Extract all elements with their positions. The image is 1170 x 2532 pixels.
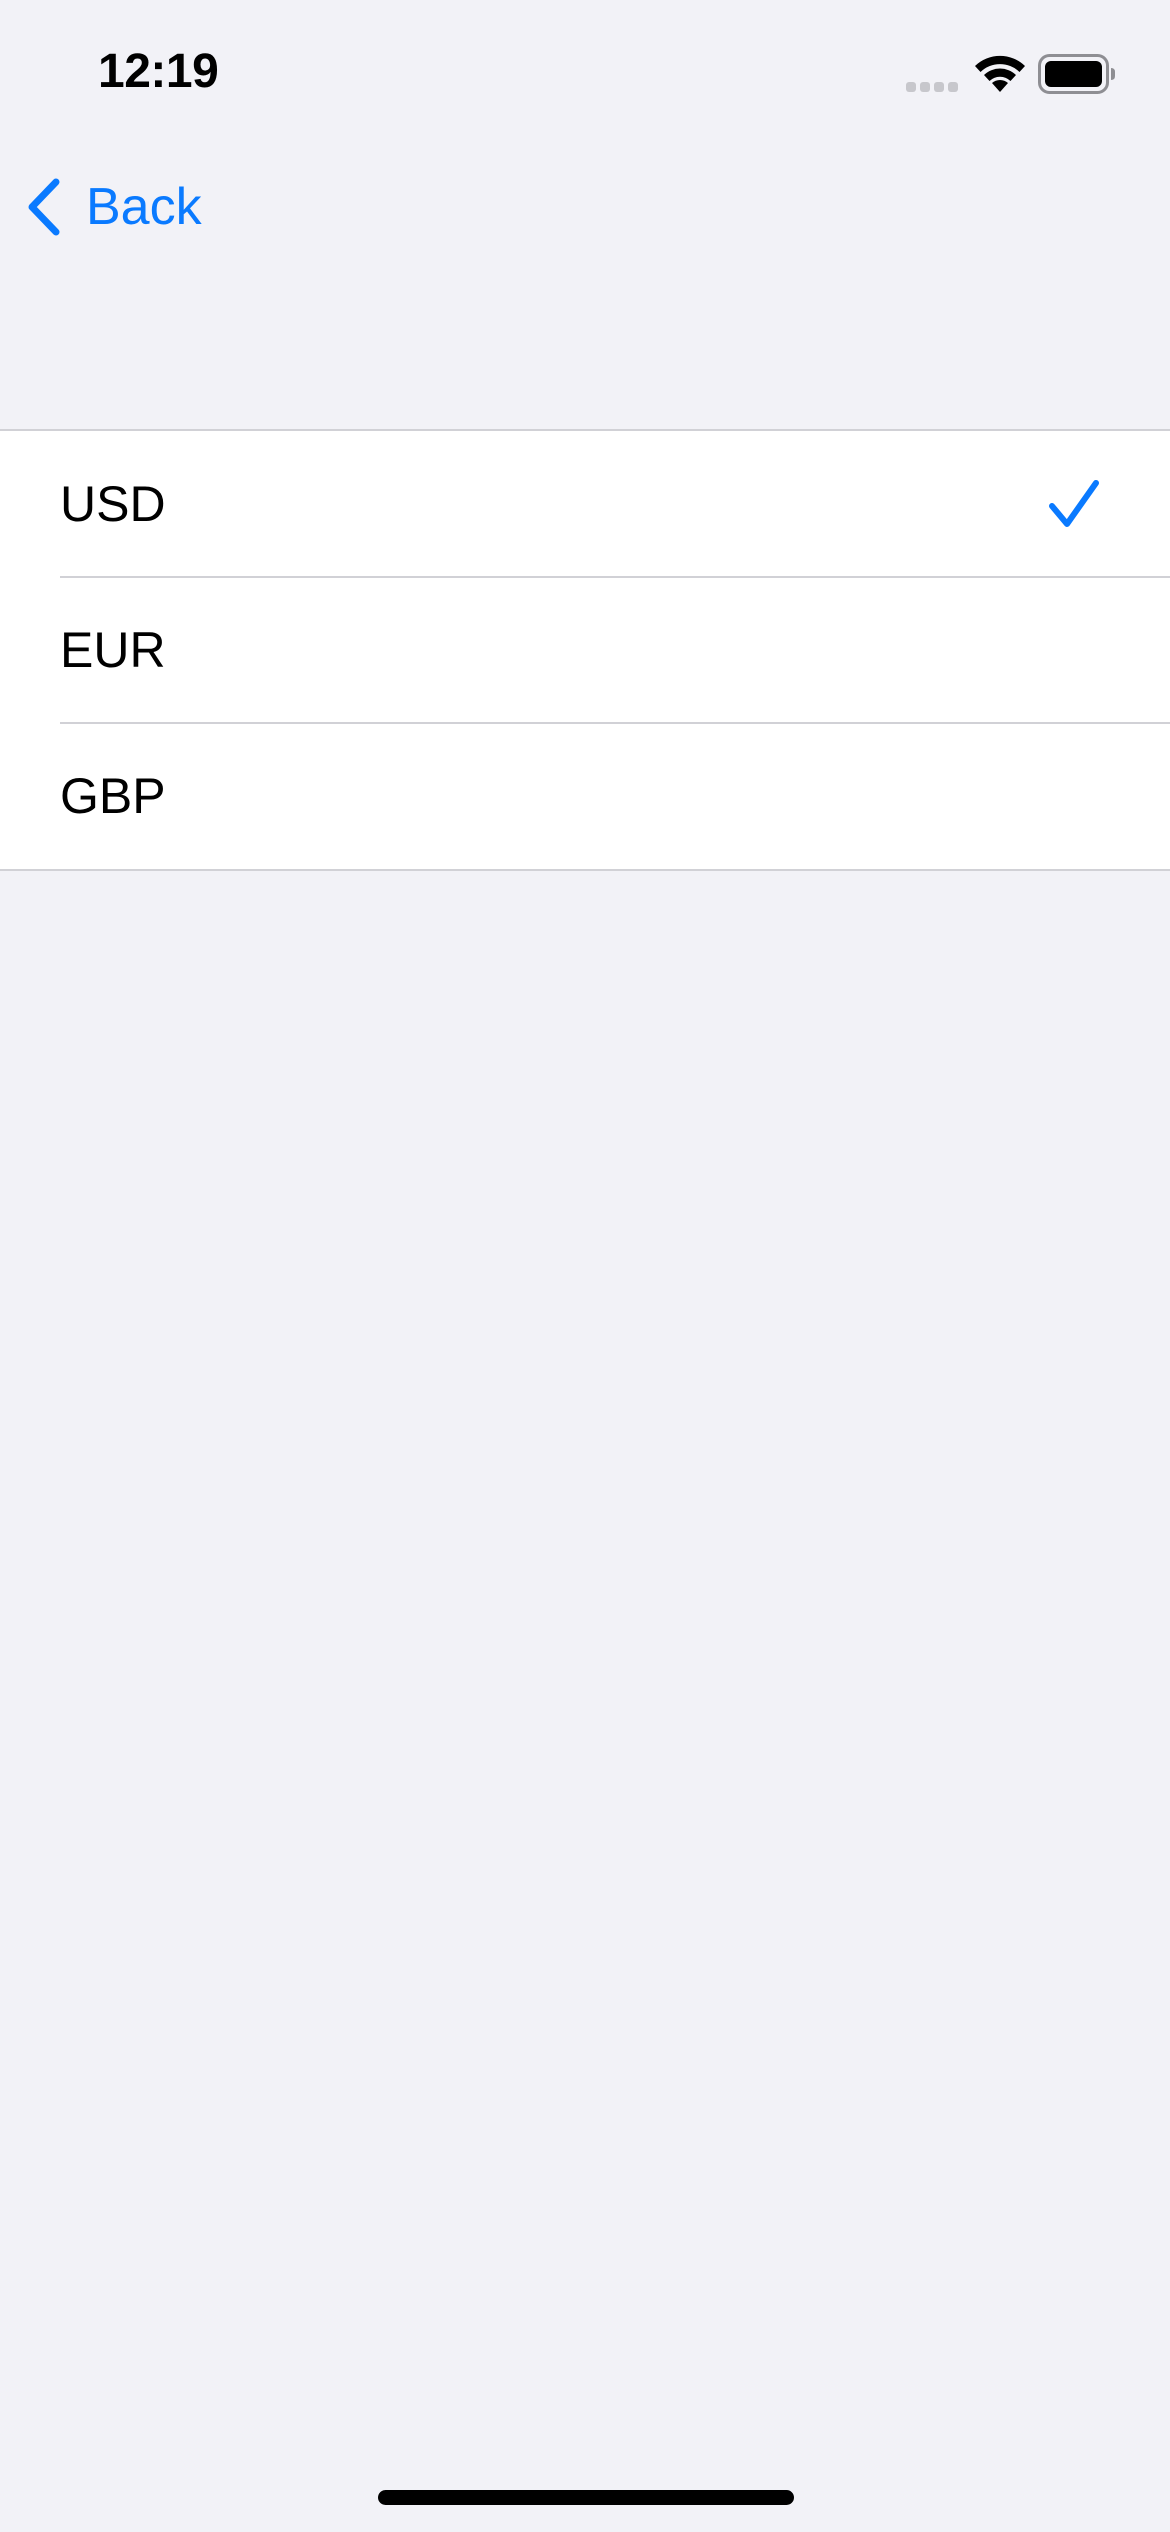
list-item-eur[interactable]: EUR <box>0 576 1170 723</box>
back-button[interactable]: Back <box>24 172 202 242</box>
status-time: 12:19 <box>98 45 219 98</box>
back-button-label: Back <box>86 178 202 236</box>
wifi-icon <box>975 55 1025 92</box>
cellular-signal-icon <box>906 82 958 92</box>
checkmark-icon <box>1049 480 1099 527</box>
navigation-bar: Back <box>0 150 1170 266</box>
list-item-label: GBP <box>60 768 166 824</box>
battery-icon <box>1038 54 1115 94</box>
list-item-usd[interactable]: USD <box>0 431 1170 577</box>
list-item-label: EUR <box>60 622 166 678</box>
list-item-label: USD <box>60 476 166 532</box>
currency-list: USD EUR GBP <box>0 429 1170 871</box>
home-indicator[interactable] <box>378 2490 794 2505</box>
status-bar: 12:19 <box>0 0 1170 150</box>
chevron-left-icon <box>28 178 60 236</box>
list-item-gbp[interactable]: GBP <box>0 722 1170 869</box>
